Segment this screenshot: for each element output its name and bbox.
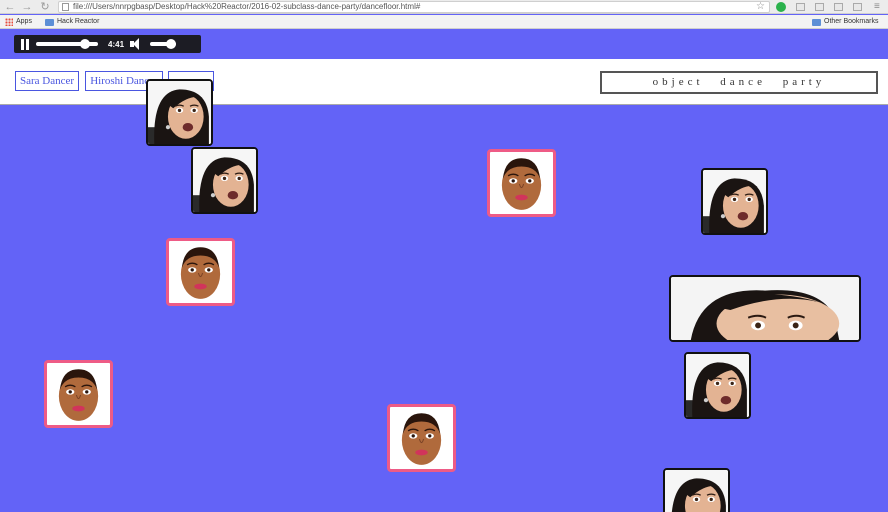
- volume-slider[interactable]: [150, 39, 177, 49]
- bookmark-label: Other Bookmarks: [824, 18, 879, 25]
- kim-face-icon: [703, 170, 766, 233]
- pause-icon[interactable]: [20, 38, 30, 50]
- seek-thumb[interactable]: [80, 39, 91, 49]
- extension-icon[interactable]: [853, 3, 862, 11]
- extension-icon[interactable]: [815, 3, 824, 11]
- kim-dancer[interactable]: [191, 147, 258, 214]
- folder-icon: [812, 18, 821, 26]
- seek-slider[interactable]: [36, 39, 98, 49]
- kim-face-icon: [686, 354, 749, 417]
- sara-dancer-button[interactable]: Sara Dancer: [15, 71, 79, 91]
- oprah-face-icon: [490, 152, 553, 214]
- topbar: Sara Dancer Hiroshi Dancer object dance …: [0, 59, 888, 105]
- browser-toolbar: ← → ↻ file:///Users/nnrpgbasp/Desktop/Ha…: [0, 0, 888, 14]
- oprah-dancer[interactable]: [487, 149, 556, 217]
- kim-dancer[interactable]: [701, 168, 768, 235]
- extension-icon[interactable]: [834, 3, 843, 11]
- oprah-face-icon: [169, 241, 232, 303]
- page-title: object dance party: [600, 71, 878, 94]
- oprah-face-icon: [390, 407, 453, 469]
- kim-face-icon: [193, 149, 256, 212]
- extension-icon[interactable]: [776, 2, 786, 12]
- bookmark-label: Apps: [16, 18, 32, 25]
- oprah-dancer[interactable]: [166, 238, 235, 306]
- back-icon[interactable]: ←: [3, 0, 17, 14]
- kim-dancer[interactable]: [146, 79, 213, 146]
- bookmark-other[interactable]: Other Bookmarks: [812, 15, 878, 29]
- bookmark-label: Hack Reactor: [57, 18, 100, 25]
- kim-dancer[interactable]: [684, 352, 751, 419]
- kim-face-icon: [665, 470, 728, 512]
- url-text: file:///Users/nnrpgbasp/Desktop/Hack%20R…: [73, 2, 421, 11]
- oprah-face-icon: [47, 363, 110, 425]
- volume-icon[interactable]: [130, 38, 144, 50]
- star-icon[interactable]: ☆: [756, 0, 765, 14]
- bookmarks-bar: Apps Hack Reactor Other Bookmarks: [0, 15, 888, 29]
- volume-thumb[interactable]: [166, 39, 177, 49]
- address-bar[interactable]: file:///Users/nnrpgbasp/Desktop/Hack%20R…: [58, 1, 770, 13]
- time-label: 4:41: [108, 39, 125, 49]
- oprah-dancer[interactable]: [387, 404, 456, 472]
- bookmark-hack-reactor[interactable]: Hack Reactor: [45, 15, 99, 29]
- kim-dancer[interactable]: [663, 468, 730, 512]
- page-icon: [62, 3, 69, 11]
- reload-icon[interactable]: ↻: [38, 0, 52, 14]
- bookmark-apps[interactable]: Apps: [5, 15, 32, 29]
- menu-icon[interactable]: ≡: [874, 0, 880, 14]
- apps-grid-icon: [5, 18, 13, 26]
- forward-icon[interactable]: →: [20, 0, 34, 14]
- audio-player: 4:41: [14, 35, 201, 53]
- kim-face-icon: [671, 277, 859, 340]
- oprah-dancer[interactable]: [44, 360, 113, 428]
- kim-wide-dancer[interactable]: [669, 275, 861, 342]
- extension-icon[interactable]: [796, 3, 805, 11]
- kim-face-icon: [148, 81, 211, 144]
- folder-icon: [45, 18, 54, 26]
